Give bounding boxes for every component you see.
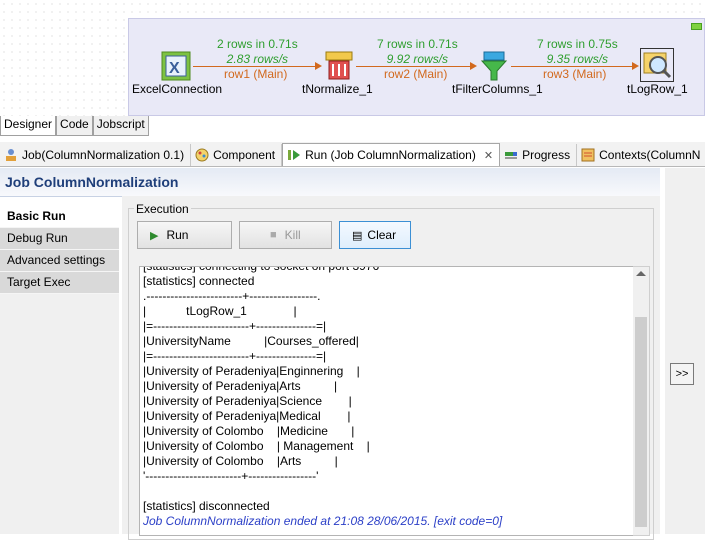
run-button[interactable]: ▶ Run [137, 221, 232, 249]
contexts-icon [581, 148, 595, 162]
magnifier-icon [643, 52, 672, 79]
excel-connection-component[interactable]: X [160, 50, 192, 82]
console-line: |UniversityName |Courses_offered| [143, 334, 359, 348]
play-icon: ▶ [150, 229, 159, 242]
view-tab-bar: Job(ColumnNormalization 0.1) Component R… [0, 142, 705, 167]
console-line: |University of Colombo | Management | [143, 439, 370, 453]
tab-run[interactable]: Run (Job ColumnNormalization) ✕ [282, 143, 501, 166]
run-view-header: Job ColumnNormalization [0, 168, 660, 197]
tab-component[interactable]: Component [191, 144, 283, 166]
tab-label: Component [213, 148, 276, 162]
designer-tab-bar: Designer Code Jobscript [0, 116, 149, 136]
clear-button[interactable]: ▤ Clear [339, 221, 411, 249]
console-line: [statistics] connected [143, 274, 255, 288]
designer-canvas[interactable]: X ExcelConnection tNormalize_1 tFilterCo… [0, 0, 705, 116]
component-label: ExcelConnection [132, 82, 223, 96]
page-title: Job ColumnNormalization [5, 174, 179, 190]
svg-text:X: X [169, 60, 180, 77]
right-side-panel [665, 168, 705, 534]
tfiltercolumns-component[interactable] [478, 50, 510, 82]
tab-jobscript[interactable]: Jobscript [92, 116, 149, 136]
tab-progress[interactable]: Progress [500, 144, 578, 166]
left-panel-background [0, 294, 119, 534]
console-line: |=------------------------+-------------… [143, 349, 327, 363]
close-icon[interactable]: ✕ [484, 149, 493, 162]
clear-icon: ▤ [352, 229, 363, 242]
subjob-collapse-toggle[interactable] [691, 23, 702, 30]
nav-target-exec[interactable]: Target Exec [0, 272, 119, 294]
console-line: |University of Colombo |Medicine | [143, 424, 355, 438]
tab-label: Contexts(ColumnN [599, 148, 701, 162]
scroll-up-icon[interactable] [636, 271, 646, 276]
console-line: |University of Peradeniya|Medical | [143, 409, 351, 423]
tab-label: Progress [522, 148, 571, 162]
component-label: tFilterColumns_1 [452, 82, 543, 96]
component-label: tLogRow_1 [627, 82, 688, 96]
nav-basic-run[interactable]: Basic Run [0, 206, 119, 228]
console-line: [statistics] connecting to socket on por… [143, 266, 380, 273]
tab-label: Run (Job ColumnNormalization) [305, 148, 476, 162]
console-text: [statistics] connecting to socket on por… [143, 266, 503, 529]
progress-icon [505, 152, 518, 159]
run-button-label: Run [166, 228, 189, 242]
exit-message: Job ColumnNormalization ended at 21:08 2… [143, 514, 503, 528]
arrow-icon [632, 62, 639, 70]
console-line: |University of Peradeniya|Science | [143, 394, 352, 408]
row-label: row1 (Main) [224, 67, 288, 81]
normalize-icon [325, 51, 353, 80]
scrollbar-thumb[interactable] [635, 317, 647, 527]
kill-button[interactable]: ■ Kill [239, 221, 332, 249]
kill-button-label: Kill [284, 228, 301, 242]
link-stats: 7 rows in 0.75s 9.35 rows/s [537, 37, 618, 66]
filter-icon [480, 51, 508, 81]
console-line: '------------------------+--------------… [143, 469, 319, 483]
console-line: |University of Colombo |Arts | [143, 454, 338, 468]
arrow-icon [470, 62, 477, 70]
console-line: |University of Peradeniya|Enginnering | [143, 364, 360, 378]
nav-advanced-settings[interactable]: Advanced settings [0, 250, 119, 272]
console-line: | tLogRow_1 | [143, 304, 297, 318]
console-line: |=------------------------+-------------… [143, 319, 327, 333]
link-stats: 7 rows in 0.71s 9.92 rows/s [377, 37, 458, 66]
run-mode-nav: Basic Run Debug Run Advanced settings Ta… [0, 206, 119, 294]
console-line: [statistics] disconnected [143, 499, 270, 513]
component-label: tNormalize_1 [302, 82, 373, 96]
tab-contexts[interactable]: Contexts(ColumnN [577, 144, 705, 166]
console-output[interactable]: [statistics] connecting to socket on por… [139, 266, 635, 536]
stop-icon: ■ [270, 229, 277, 241]
job-icon [6, 149, 16, 161]
nav-debug-run[interactable]: Debug Run [0, 228, 119, 250]
link-stats: 2 rows in 0.71s 2.83 rows/s [217, 37, 298, 66]
clear-button-label: Clear [367, 228, 397, 242]
console-scrollbar[interactable] [633, 266, 650, 536]
tab-designer[interactable]: Designer [0, 116, 57, 136]
row-label: row3 (Main) [543, 67, 607, 81]
console-line: .------------------------+--------------… [143, 289, 321, 303]
run-icon [288, 150, 301, 160]
tab-code[interactable]: Code [56, 116, 93, 136]
tab-job[interactable]: Job(ColumnNormalization 0.1) [0, 144, 192, 166]
arrow-icon [315, 62, 322, 70]
expand-button[interactable]: >> [670, 363, 694, 385]
tlogrow-component[interactable] [640, 48, 674, 82]
console-line: |University of Peradeniya|Arts | [143, 379, 338, 393]
execution-label: Execution [134, 202, 191, 216]
row-label: row2 (Main) [384, 67, 448, 81]
excel-icon: X [161, 51, 191, 81]
tab-label: Job(ColumnNormalization 0.1) [22, 148, 185, 162]
tnormalize-component[interactable] [323, 50, 355, 82]
component-icon [195, 148, 209, 162]
